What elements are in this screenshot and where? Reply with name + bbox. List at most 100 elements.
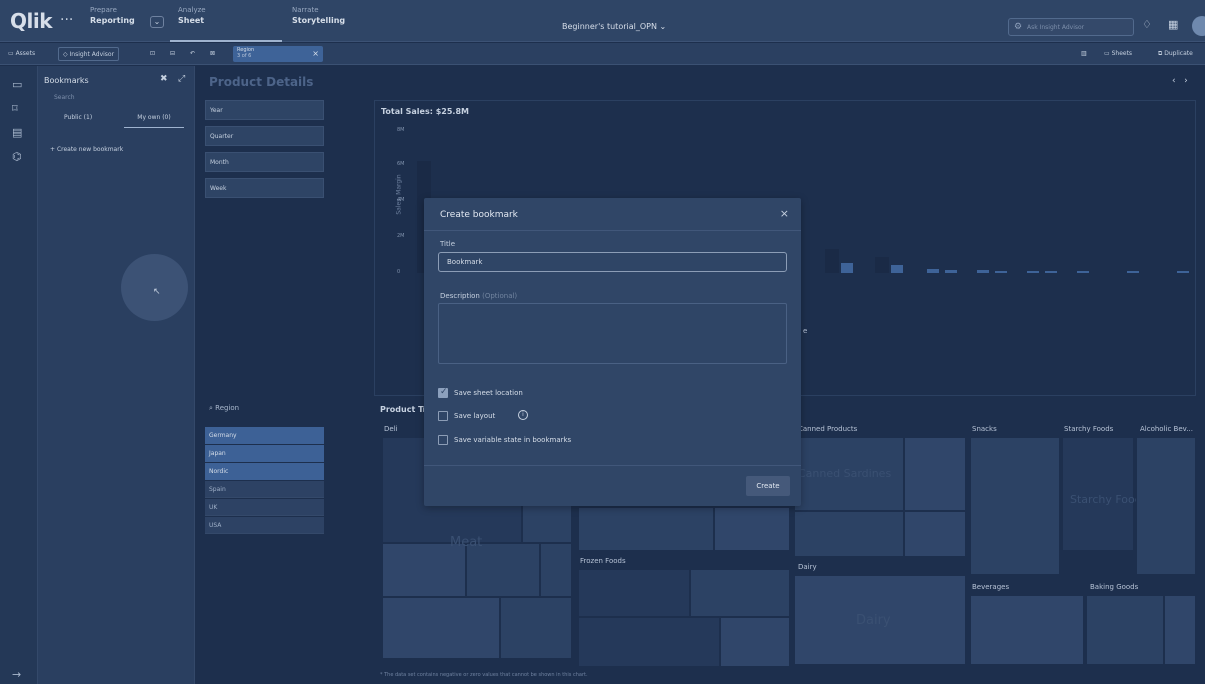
treemap-category: Canned Products (798, 425, 858, 433)
create-button[interactable]: Create (746, 476, 790, 496)
treemap-cell (382, 543, 466, 597)
create-new-bookmark-button[interactable]: + Create new bookmark (50, 146, 123, 153)
mouse-cursor-icon: ↖ (153, 287, 161, 297)
chart-bar (825, 249, 839, 273)
more-menu-icon[interactable]: ··· (60, 12, 73, 28)
nav-big: Storytelling (292, 16, 346, 25)
collapse-arrow-icon[interactable]: → (12, 668, 21, 681)
treemap-big-label: Dairy (856, 613, 891, 628)
create-label: Create new bookmark (56, 146, 124, 153)
treemap-cell (714, 507, 790, 551)
save-variable-state-checkbox[interactable]: Save variable state in bookmarks (438, 435, 738, 447)
nav-narrate[interactable]: Narrate Storytelling (284, 0, 353, 42)
insight-search-input[interactable]: ⚙ Ask Insight Advisor (1008, 18, 1134, 36)
notification-bell-icon[interactable]: ♢ (1142, 18, 1152, 31)
insights-icon[interactable]: ⌬ (12, 150, 22, 163)
region-item[interactable]: USA (205, 517, 324, 534)
treemap-cell (466, 543, 540, 597)
chart-bar (977, 270, 989, 273)
region-item[interactable]: Germany (205, 427, 324, 444)
insight-advisor-button[interactable]: ◇ Insight Advisor (58, 47, 120, 61)
close-icon[interactable]: × (780, 207, 789, 220)
duplicate-button[interactable]: ⧉ Duplicate (1154, 47, 1197, 61)
insight-label: Insight Advisor (69, 51, 115, 58)
checkbox-box[interactable] (438, 411, 448, 421)
treemap-category: Baking Goods (1090, 583, 1139, 591)
bookmark-search-input[interactable]: Search (44, 94, 189, 106)
tab-public[interactable]: Public (1) (64, 114, 92, 121)
top-bar: Qlik ··· Prepare Reporting ⌄ Analyze She… (0, 0, 1205, 42)
optional-text: (Optional) (482, 292, 518, 300)
region-item[interactable]: Spain (205, 481, 324, 498)
bookmark-description-input[interactable] (438, 303, 787, 364)
avatar[interactable] (1192, 16, 1205, 36)
info-icon[interactable]: i (518, 410, 528, 420)
treemap-cell (540, 543, 572, 597)
sheets-button[interactable]: ▭ Sheets (1100, 47, 1136, 61)
treemap-cell (970, 595, 1084, 665)
treemap-cell (1136, 437, 1196, 575)
pin-icon[interactable]: ✖ (160, 74, 168, 84)
sheet-nav-arrows-icon[interactable]: ‹ › (1172, 76, 1188, 86)
filter-year[interactable]: Year (205, 100, 324, 120)
treemap-cell (578, 507, 714, 551)
region-label: Region (215, 404, 240, 412)
bookmark-icon[interactable]: ⌑ (12, 102, 18, 115)
bookmark-title-input[interactable] (438, 252, 787, 272)
treemap-category: Alcoholic Bev... (1140, 425, 1193, 433)
calendar-icon[interactable]: ▤ (12, 126, 22, 139)
treemap-cell (794, 511, 904, 557)
step-back-icon[interactable]: ↶ (186, 47, 199, 61)
nav-small: Narrate (292, 6, 319, 14)
filter-quarter[interactable]: Quarter (205, 126, 324, 146)
sheets-label: Sheets (1111, 50, 1133, 57)
y-axis-label: Sales, Margin (395, 174, 403, 215)
treemap-category: Starchy Foods (1064, 425, 1114, 433)
selections-tool-icon[interactable]: ⊟ (166, 47, 179, 61)
nav-small: Prepare (90, 6, 117, 14)
filter-month[interactable]: Month (205, 152, 324, 172)
treemap-cell (1164, 595, 1196, 665)
chart-bar (927, 269, 939, 273)
fields-icon[interactable]: ▭ (12, 78, 22, 91)
nav-prepare[interactable]: Prepare Reporting (82, 0, 143, 42)
chevron-down-icon[interactable]: ⌄ (150, 16, 164, 28)
checkbox-box[interactable] (438, 387, 448, 398)
dialog-divider (424, 465, 801, 466)
x-axis-label: e (803, 327, 808, 335)
clear-selections-icon[interactable]: ⊠ (206, 47, 219, 61)
checkbox-box[interactable] (438, 435, 448, 445)
bar-chart-icon[interactable]: ▥ (1077, 47, 1091, 61)
treemap-cell (500, 597, 572, 659)
tab-my-own[interactable]: My own (0) (124, 114, 184, 128)
bookmarks-panel: Bookmarks ✖ ⤢ Search Public (1) My own (… (38, 66, 195, 684)
save-sheet-location-checkbox[interactable]: Save sheet location (438, 387, 738, 400)
treemap-big-label: Meat (450, 535, 483, 550)
dialog-divider (424, 230, 801, 231)
qlik-logo[interactable]: Qlik (10, 9, 53, 33)
dialog-title: Create bookmark (440, 210, 518, 220)
filter-week[interactable]: Week (205, 178, 324, 198)
sheets-icon: ▭ (1104, 50, 1112, 57)
chart-bar (1127, 271, 1139, 273)
region-item[interactable]: UK (205, 499, 324, 516)
region-item[interactable]: Nordic (205, 463, 324, 480)
chart-bar (995, 271, 1007, 273)
apps-grid-icon[interactable]: ▦ (1168, 18, 1178, 31)
region-filter-header[interactable]: ⌕ Region (205, 404, 324, 413)
filter-column: Product Details Year Quarter Month Week … (200, 66, 326, 684)
checkbox-label: Save variable state in bookmarks (454, 436, 572, 444)
assets-button[interactable]: ▭ Assets (4, 47, 39, 61)
save-layout-checkbox[interactable]: Save layout i (438, 410, 738, 423)
region-item[interactable]: Japan (205, 445, 324, 462)
insight-icon: ⚙ (1014, 22, 1023, 32)
smart-search-icon[interactable]: ⊡ (146, 47, 159, 61)
nav-analyze[interactable]: Analyze Sheet (170, 0, 282, 42)
chart-title: Product Tr (380, 405, 427, 414)
app-title[interactable]: Beginner's tutorial_OPN ⌄ (562, 22, 666, 31)
y-tick: 4M (397, 197, 405, 203)
region-selection-chip[interactable]: Region 3 of 6 × (233, 46, 323, 62)
chart-bar (841, 263, 853, 273)
close-icon[interactable]: × (312, 49, 319, 58)
expand-icon[interactable]: ⤢ (178, 74, 185, 84)
